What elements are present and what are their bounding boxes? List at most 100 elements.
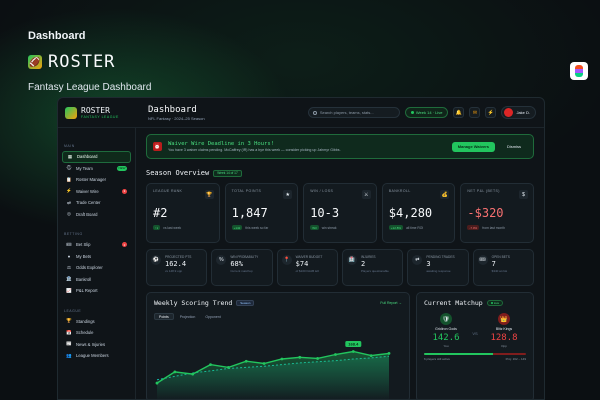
- stat-card[interactable]: LEAGUE RANK 🏆 #2 ↑1 vs last week: [146, 183, 220, 243]
- mini-stat-label: PROJECTED PTS: [165, 255, 192, 259]
- sidebar-item-label: Dashboard: [77, 154, 98, 160]
- mini-stat-card[interactable]: ⚽ PROJECTED PTS 162.4 vs 148.9 opp: [146, 249, 208, 286]
- sidebar-badge: 2: [122, 242, 127, 248]
- tab-projection[interactable]: Projection: [176, 313, 200, 320]
- sidebar-item-my-team[interactable]: ⛑ My Team NEW: [62, 163, 131, 175]
- stat-delta: +12.8% all time ROI: [388, 225, 449, 230]
- stat-value: 1,847: [231, 206, 268, 220]
- mini-stat-card[interactable]: % WIN PROBABILITY 68% Current matchup: [211, 249, 273, 286]
- sidebar-item-schedule[interactable]: 📅 Schedule: [62, 327, 131, 339]
- versus-label: VS: [472, 331, 478, 336]
- bell-icon[interactable]: 🔔: [453, 107, 465, 118]
- trend-title: Weekly Scoring Trend: [154, 299, 233, 307]
- sidebar-item-roster-manager[interactable]: 📋 Roster Manager: [62, 174, 131, 186]
- full-report-link[interactable]: Full Report →: [380, 301, 402, 305]
- star-icon: ★: [283, 190, 293, 199]
- hero-title: ROSTER: [48, 52, 116, 72]
- bolt-icon[interactable]: ⚡: [485, 107, 497, 118]
- sidebar-item-league-members[interactable]: 👥 League Members: [62, 350, 131, 362]
- data-point[interactable]: [387, 352, 391, 355]
- sidebar-item-label: Bankroll: [76, 276, 92, 282]
- mini-stat-value: 7: [491, 260, 496, 268]
- data-point[interactable]: [351, 350, 355, 353]
- sidebar: MAIN ▦ Dashboard ⛑ My Team NEW 📋 Roster Manager…: [58, 128, 136, 399]
- away-team[interactable]: 👑 Blitz Kings 128.8 Opp: [482, 313, 526, 348]
- trade-icon: ⇄: [412, 255, 423, 265]
- data-point[interactable]: [155, 381, 159, 385]
- data-point[interactable]: [298, 355, 302, 359]
- data-point[interactable]: [226, 366, 230, 369]
- data-point[interactable]: [316, 357, 320, 360]
- mini-stat-label: OPEN BETS: [491, 255, 510, 259]
- mini-stat-label: WAIVER BUDGET: [295, 255, 323, 259]
- sidebar-item-bankroll[interactable]: 🏦 Bankroll: [62, 274, 131, 286]
- stat-card[interactable]: BANKROLL 💰 $4,280 +12.8% all time ROI: [381, 183, 456, 243]
- sidebar-item-waiver-wire[interactable]: ⚡ Waiver Wire 3: [62, 186, 131, 198]
- hero-brand: 🏈 ROSTER: [28, 52, 151, 72]
- sidebar-item-label: Waiver Wire: [76, 188, 99, 194]
- sidebar-item-p-l-report[interactable]: 📈 P&L Report: [62, 285, 131, 297]
- inbox-icon[interactable]: ✉: [469, 107, 481, 118]
- matchup-header: Current Matchup Live: [424, 299, 526, 307]
- waiver-alert: ⏰ Waiver Wire Deadline in 3 Hours! You h…: [146, 134, 534, 159]
- shield-icon: 🛡: [440, 313, 452, 325]
- sidebar-item-dashboard[interactable]: ▦ Dashboard: [62, 151, 131, 163]
- football-logo-icon: 🏈: [28, 55, 42, 69]
- delta-chip: +142: [231, 225, 243, 230]
- avatar: [504, 108, 514, 117]
- sidebar-item-label: Bet Slip: [76, 242, 91, 248]
- user-name: Jake D.: [516, 110, 530, 115]
- clipboard-icon: 📋: [66, 176, 72, 182]
- data-point[interactable]: [369, 354, 373, 358]
- data-point[interactable]: [173, 370, 177, 374]
- brand[interactable]: ROSTER FANTASY LEAGUE: [58, 106, 136, 119]
- stat-note: win streak: [321, 225, 337, 230]
- data-point[interactable]: [244, 359, 248, 363]
- tab-opponent[interactable]: Opponent: [201, 313, 224, 320]
- matchup-body: 🛡 Gridiron Gods 142.6 You VS 👑 Blitz Kin…: [424, 313, 526, 348]
- hero-subtitle: Fantasy League Dashboard: [28, 82, 152, 93]
- helmet-icon: ⛑: [66, 165, 72, 171]
- data-point[interactable]: [334, 353, 337, 356]
- stat-note: all time ROI: [406, 225, 424, 230]
- home-team[interactable]: 🛡 Gridiron Gods 142.6 You: [424, 313, 468, 348]
- search-input[interactable]: Search players, teams, stats...: [307, 107, 400, 118]
- wire-icon: ⚡: [66, 188, 72, 194]
- main-content: ⏰ Waiver Wire Deadline in 3 Hours! You h…: [146, 134, 534, 399]
- data-point[interactable]: [191, 372, 195, 376]
- sidebar-item-bet-slip[interactable]: 🎟 Bet Slip 2: [62, 239, 131, 251]
- sidebar-item-standings[interactable]: 🏆 Standings: [62, 316, 131, 328]
- ticket-icon: 🎟: [66, 241, 72, 247]
- trade-icon: ⇄: [67, 199, 71, 205]
- data-point[interactable]: [280, 357, 284, 361]
- mini-stat-card[interactable]: 🎟 OPEN BETS 7 $340 at risk: [472, 249, 534, 286]
- manage-waivers-button[interactable]: Manage Waivers: [451, 141, 495, 152]
- sidebar-item-label: My Bets: [76, 253, 92, 259]
- stat-card[interactable]: NET P&L (BETS) $ -$320 -7.0% from last month: [460, 183, 534, 243]
- ticket-icon: 🎟: [477, 255, 488, 265]
- sidebar-item-odds-explorer[interactable]: ⚖ Odds Explorer: [62, 262, 131, 274]
- sidebar-item-trade-center[interactable]: ⇄ Trade Center: [62, 197, 131, 209]
- dismiss-button[interactable]: Dismiss: [501, 142, 527, 152]
- sidebar-item-news-injuries[interactable]: 📰 News & Injuries: [62, 339, 131, 351]
- mini-stat-note: awaiting response: [426, 269, 451, 273]
- week-status-pill[interactable]: Week 14 · Live: [404, 107, 449, 118]
- user-menu[interactable]: Jake D.: [501, 106, 536, 119]
- sidebar-item-draft-board[interactable]: ◎ Draft Board: [62, 209, 131, 221]
- data-point[interactable]: [262, 362, 266, 365]
- stat-note: this week so far: [245, 225, 269, 230]
- stat-value: #2: [153, 206, 168, 220]
- mini-stat-card[interactable]: 🏥 INJURIES 2 Players questionable: [341, 249, 404, 286]
- projection-note: Proj: 162 – 149: [505, 357, 526, 361]
- bottom-row: Weekly Scoring Trend Season Full Report …: [146, 292, 534, 399]
- mini-stat-card[interactable]: 📍 WAIVER BUDGET $74 of $100 FAAB left: [276, 249, 338, 286]
- stat-card[interactable]: TOTAL POINTS ★ 1,847 +142 this week so far: [224, 183, 299, 243]
- series-area: [157, 351, 389, 399]
- stat-card[interactable]: WIN / LOSS ⚔ 10-3 W3 win streak: [303, 183, 377, 243]
- data-point[interactable]: [209, 363, 212, 366]
- delta-chip: -7.0%: [467, 225, 480, 230]
- sidebar-item-my-bets[interactable]: ● My Bets: [62, 251, 131, 263]
- mini-stat-card[interactable]: ⇄ PENDING TRADES 3 awaiting response: [407, 249, 469, 286]
- tab-points[interactable]: Points: [154, 313, 174, 320]
- active-players-note: 6 players still active: [424, 357, 451, 361]
